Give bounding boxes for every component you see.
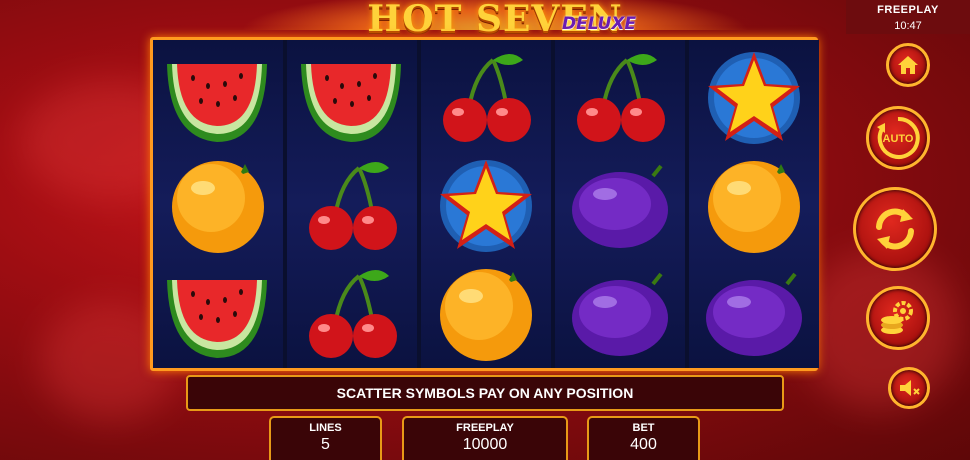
game-subtitle: DELUXE (562, 14, 637, 34)
status-panel: FREEPLAY 10:47 (846, 0, 970, 34)
symbol-watermelon (163, 46, 273, 150)
reel-divider (551, 40, 555, 368)
reel-divider (283, 40, 287, 368)
bet-settings-button[interactable] (866, 286, 930, 350)
symbol-star-scatter (699, 46, 809, 150)
clock: 10:47 (894, 20, 922, 32)
mode-label: FREEPLAY (877, 4, 939, 16)
symbol-watermelon (297, 46, 407, 150)
autoplay-label: AUTO (883, 133, 914, 145)
freeplay-value: 10000 (462, 436, 508, 453)
spin-icon (876, 208, 914, 250)
reel-area (150, 37, 819, 371)
reel-divider (417, 40, 421, 368)
spin-button[interactable] (853, 187, 937, 271)
symbol-cherry (297, 154, 407, 258)
sound-button[interactable] (888, 367, 930, 409)
symbol-cherry (565, 46, 675, 150)
symbol-plum (565, 262, 675, 366)
autoplay-icon: AUTO (877, 116, 920, 159)
reel-divider (685, 40, 689, 368)
symbol-orange (163, 154, 273, 258)
symbol-watermelon (163, 262, 273, 366)
bet-label: BET (632, 422, 655, 434)
lines-value: 5 (321, 436, 330, 453)
symbol-star-scatter (431, 154, 541, 258)
symbol-plum (565, 154, 675, 258)
symbol-orange (699, 154, 809, 258)
message-bar: SCATTER SYMBOLS PAY ON ANY POSITION (186, 375, 784, 411)
coin-settings-icon (881, 301, 913, 334)
game-logo: HOT SEVEN DELUXE (240, 0, 750, 42)
sound-mute-icon (900, 380, 920, 396)
freeplay-panel: FREEPLAY 10000 (402, 416, 568, 460)
symbol-plum (699, 262, 809, 366)
home-button[interactable] (886, 43, 930, 87)
symbol-orange (431, 262, 541, 366)
symbol-cherry (297, 262, 407, 366)
lines-panel[interactable]: LINES 5 (269, 416, 382, 460)
bet-value: 400 (630, 436, 657, 453)
symbol-cherry (431, 46, 541, 150)
home-icon (898, 56, 918, 74)
bet-panel[interactable]: BET 400 (587, 416, 700, 460)
lines-label: LINES (309, 422, 342, 434)
freeplay-label: FREEPLAY (456, 422, 514, 434)
autoplay-button[interactable]: AUTO (866, 106, 930, 170)
